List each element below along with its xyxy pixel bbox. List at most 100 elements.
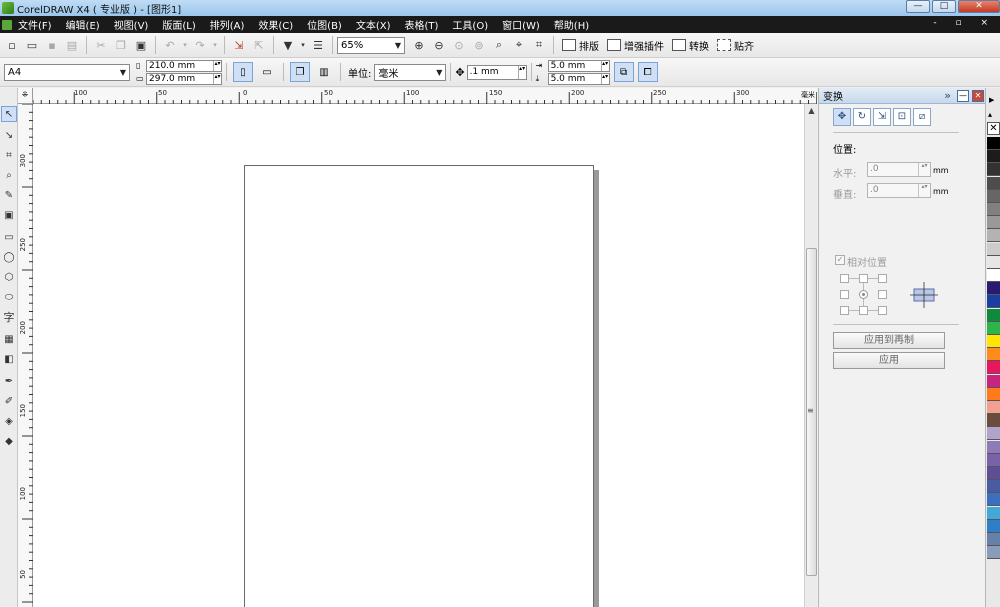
docker-minimize-button[interactable]: — (957, 89, 969, 102)
vertical-ruler[interactable]: 300 250 200 150 100 50 (18, 104, 33, 607)
zoom-level-select[interactable]: 65% ▼ (337, 36, 405, 54)
basic-shapes-tool-icon[interactable]: ⬭ (1, 290, 17, 306)
dup-x-spinner[interactable]: ▴▾ (600, 60, 609, 71)
color-swatch[interactable] (987, 467, 1000, 480)
relative-position-checkbox[interactable]: ✓ (835, 255, 845, 265)
vertical-scrollbar[interactable]: ▲ ≡ (804, 104, 817, 607)
redo-icon[interactable]: ↷ (192, 37, 208, 53)
anchor-top-right[interactable] (878, 274, 887, 283)
color-swatch[interactable] (987, 203, 1000, 216)
docker-collapse-icon[interactable]: » (944, 89, 951, 102)
zoom-all-objects-icon[interactable]: ⊚ (471, 37, 487, 53)
redo-dropdown-icon[interactable]: ▾ (212, 37, 218, 53)
portrait-button[interactable]: ▯ (233, 62, 253, 82)
zoom-height-icon[interactable]: ⌗ (531, 37, 547, 53)
nudge-spinner[interactable]: ▴▾ (517, 65, 526, 79)
nudge-distance-field[interactable]: .1 mm ▴▾ (466, 64, 527, 80)
outline-tool-icon[interactable]: ✐ (1, 394, 17, 410)
anchor-top-left[interactable] (840, 274, 849, 283)
smart-fill-tool-icon[interactable]: ▣ (1, 208, 17, 224)
paper-size-select[interactable]: A4 ▼ (4, 63, 130, 81)
apply-button[interactable]: 应用 (833, 352, 945, 369)
close-button[interactable]: ✕ (958, 0, 1000, 13)
menu-help[interactable]: 帮助(H) (554, 17, 589, 32)
menu-view[interactable]: 视图(V) (114, 17, 149, 32)
color-swatch[interactable] (987, 269, 1000, 282)
horizontal-ruler[interactable]: 100 50 0 50 100 150 200 250 300 毫米 (33, 88, 817, 104)
blend-tool-icon[interactable]: ◧ (1, 352, 17, 368)
color-swatch[interactable] (987, 480, 1000, 494)
document-page[interactable] (244, 165, 594, 607)
apply-to-duplicate-button[interactable]: 应用到再制 (833, 332, 945, 349)
anchor-bottom-right[interactable] (878, 306, 887, 315)
rectangle-tool-icon[interactable]: ▭ (1, 230, 17, 246)
menu-edit[interactable]: 编辑(E) (66, 17, 100, 32)
color-swatch[interactable] (987, 533, 1000, 546)
table-tool-icon[interactable]: ▦ (1, 332, 17, 348)
ruler-origin[interactable]: ⁜ (18, 88, 33, 104)
polygon-tool-icon[interactable]: ⬡ (1, 270, 17, 286)
launcher-dropdown-icon[interactable]: ▾ (300, 37, 306, 53)
pick-tool-icon[interactable]: ↖ (1, 106, 17, 122)
maximize-button[interactable]: □ (932, 0, 956, 13)
zoom-in-icon[interactable]: ⊕ (411, 37, 427, 53)
scale-mode-icon[interactable]: ⇲ (873, 108, 891, 126)
scroll-up-icon[interactable]: ▲ (805, 104, 818, 117)
treat-as-filled-button[interactable]: ⧉ (613, 62, 634, 82)
zoom-width-icon[interactable]: ⌖ (511, 37, 527, 53)
freehand-tool-icon[interactable]: ✎ (1, 188, 17, 204)
print-icon[interactable]: ▤ (64, 37, 80, 53)
copy-icon[interactable]: ❐ (113, 37, 129, 53)
zoom-out-icon[interactable]: ⊖ (431, 37, 447, 53)
fill-tool-icon[interactable]: ◈ (1, 414, 17, 430)
color-swatch[interactable] (987, 440, 1000, 454)
crop-tool-icon[interactable]: ⌗ (1, 148, 17, 164)
undo-dropdown-icon[interactable]: ▾ (182, 37, 188, 53)
color-swatch[interactable] (987, 493, 1000, 507)
color-swatch[interactable] (987, 427, 1000, 441)
color-swatch[interactable] (987, 321, 1000, 335)
menu-table[interactable]: 表格(T) (405, 17, 439, 32)
minimize-button[interactable]: — (906, 0, 930, 13)
units-select[interactable]: 毫米 ▼ (374, 63, 447, 81)
anchor-center[interactable] (859, 290, 868, 299)
no-fill-swatch[interactable]: ✕ (987, 122, 1000, 135)
color-swatch[interactable] (987, 216, 1000, 230)
color-swatch[interactable] (987, 282, 1000, 296)
horizontal-spinner[interactable]: ▴▾ (918, 163, 930, 176)
color-swatch[interactable] (987, 546, 1000, 560)
zoom-tool-icon[interactable]: ⌕ (1, 168, 17, 184)
save-icon[interactable]: ▪ (44, 37, 60, 53)
position-mode-icon[interactable]: ✥ (833, 108, 851, 126)
menu-text[interactable]: 文本(X) (356, 17, 391, 32)
options-button[interactable]: ⧠ (637, 62, 658, 82)
menu-effects[interactable]: 效果(C) (258, 17, 293, 32)
anchor-bottom-center[interactable] (859, 306, 868, 315)
document-icon[interactable] (2, 19, 12, 30)
application-launcher-icon[interactable]: ▼ (280, 37, 296, 53)
size-mode-icon[interactable]: ⊡ (893, 108, 911, 126)
shape-tool-icon[interactable]: ↘ (1, 128, 17, 144)
width-spinner[interactable]: ▴▾ (213, 60, 221, 71)
rotate-mode-icon[interactable]: ↻ (853, 108, 871, 126)
drawing-canvas[interactable] (33, 104, 804, 607)
snap-button[interactable]: 贴齐 (717, 38, 754, 53)
menu-layout[interactable]: 版面(L) (162, 17, 195, 32)
docker-close-button[interactable]: ✕ (972, 89, 984, 102)
interactive-fill-tool-icon[interactable]: ◆ (1, 434, 17, 450)
color-swatch[interactable] (987, 163, 1000, 177)
eyedropper-tool-icon[interactable]: ✒ (1, 374, 17, 390)
new-file-icon[interactable]: ▫ (4, 37, 20, 53)
mdi-controls[interactable]: - ▫ × (933, 18, 996, 28)
import-icon[interactable]: ⇲ (231, 37, 247, 53)
anchor-top-center[interactable] (859, 274, 868, 283)
export-icon[interactable]: ⇱ (251, 37, 267, 53)
open-file-icon[interactable]: ▭ (24, 37, 40, 53)
color-swatch[interactable] (987, 348, 1000, 362)
color-swatch[interactable] (987, 401, 1000, 414)
color-swatch[interactable] (987, 242, 1000, 256)
current-page-button[interactable]: ▥ (314, 62, 334, 82)
horizontal-position-field[interactable]: .0 ▴▾ (867, 162, 931, 177)
color-swatch[interactable] (987, 414, 1000, 428)
menu-window[interactable]: 窗口(W) (502, 17, 540, 32)
